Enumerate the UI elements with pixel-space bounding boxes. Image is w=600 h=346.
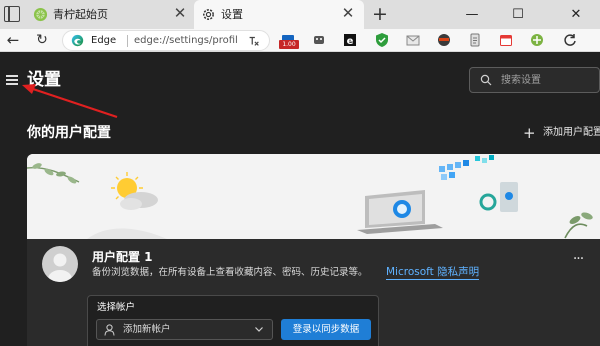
- profile-description: 备份浏览数据，在所有设备上查看收藏内容、密码、历史记录等。: [92, 267, 368, 278]
- close-window-button[interactable]: ✕: [552, 0, 600, 29]
- address-bar[interactable]: Edge edge://settings/profiles: [62, 30, 270, 51]
- chevron-down-icon: [255, 327, 263, 332]
- person-icon: [104, 324, 115, 336]
- maximize-button[interactable]: ☐: [496, 0, 540, 29]
- e-letter-icon[interactable]: e: [342, 32, 358, 48]
- shield-icon[interactable]: [374, 32, 390, 48]
- edge-logo-icon: [71, 34, 84, 47]
- profile-card: 用户配置 1 备份浏览数据，在所有设备上查看收藏内容、密码、历史记录等。 Mic…: [27, 154, 600, 346]
- ninja-icon[interactable]: [436, 32, 452, 48]
- back-button[interactable]: ←: [2, 30, 24, 50]
- plus-icon: +: [523, 124, 536, 142]
- tab-title: 设置: [221, 8, 243, 21]
- tracking-prevention-icon[interactable]: [247, 34, 261, 48]
- lime-icon: [33, 7, 48, 22]
- tab-lime-start-page[interactable]: 青柠起始页 ✕: [26, 0, 196, 29]
- tab-actions-icon[interactable]: [4, 6, 20, 22]
- page-title: 设置: [27, 70, 61, 90]
- add-profile-button[interactable]: + 添加用户配置: [523, 124, 600, 142]
- browser-toolbar: ← ↻ Edge edge://settings/profiles 1.00 e: [0, 29, 600, 52]
- person-placeholder-icon: [48, 253, 72, 282]
- envelope-icon[interactable]: [405, 32, 421, 48]
- sync-icon[interactable]: [562, 32, 578, 48]
- profile-banner-illustration: [27, 154, 600, 239]
- search-icon: [480, 74, 492, 86]
- address-divider: [127, 35, 128, 47]
- puzzle-green-icon[interactable]: [529, 32, 545, 48]
- more-options-button[interactable]: ···: [568, 252, 588, 266]
- new-tab-button[interactable]: +: [370, 4, 390, 24]
- sign-in-to-sync-button[interactable]: 登录以同步数据: [281, 319, 371, 340]
- avatar: [42, 246, 78, 282]
- menu-icon[interactable]: [6, 75, 18, 85]
- search-placeholder: 搜索设置: [501, 75, 541, 86]
- tab-close-icon[interactable]: ✕: [340, 5, 356, 21]
- extension-badge: 1.00: [279, 40, 299, 49]
- privacy-statement-link[interactable]: Microsoft 隐私声明: [386, 265, 480, 280]
- account-select-value: 添加新帐户: [123, 324, 171, 335]
- url-text[interactable]: edge://settings/profiles: [134, 34, 238, 47]
- tab-strip: 青柠起始页 ✕ 设置 ✕ + — ☐ ✕: [0, 0, 600, 29]
- tab-settings[interactable]: 设置 ✕: [194, 0, 364, 29]
- minimize-button[interactable]: —: [450, 0, 494, 29]
- profile-name: 用户配置 1: [92, 250, 153, 264]
- calendar-icon[interactable]: [498, 32, 514, 48]
- search-settings-input[interactable]: 搜索设置: [469, 67, 600, 93]
- tab-close-icon[interactable]: ✕: [172, 5, 188, 21]
- svg-text:e: e: [347, 36, 354, 47]
- gear-icon: [203, 9, 214, 20]
- add-profile-label: 添加用户配置: [543, 127, 600, 138]
- account-label: 选择帐户: [97, 302, 136, 313]
- cookie-icon[interactable]: [311, 32, 327, 48]
- account-dropdown[interactable]: 添加新帐户: [96, 319, 273, 340]
- browser-brand-label: Edge: [91, 35, 117, 46]
- refresh-button[interactable]: ↻: [31, 30, 53, 50]
- section-title: 你的用户配置: [27, 125, 111, 141]
- document-icon[interactable]: [467, 32, 483, 48]
- tab-title: 青柠起始页: [53, 8, 108, 21]
- account-selector-panel: 选择帐户 添加新帐户 登录以同步数据: [87, 295, 379, 346]
- settings-page: 设置 搜索设置 你的用户配置 + 添加用户配置 用户配置 1 备份浏览数据，在所…: [0, 53, 600, 346]
